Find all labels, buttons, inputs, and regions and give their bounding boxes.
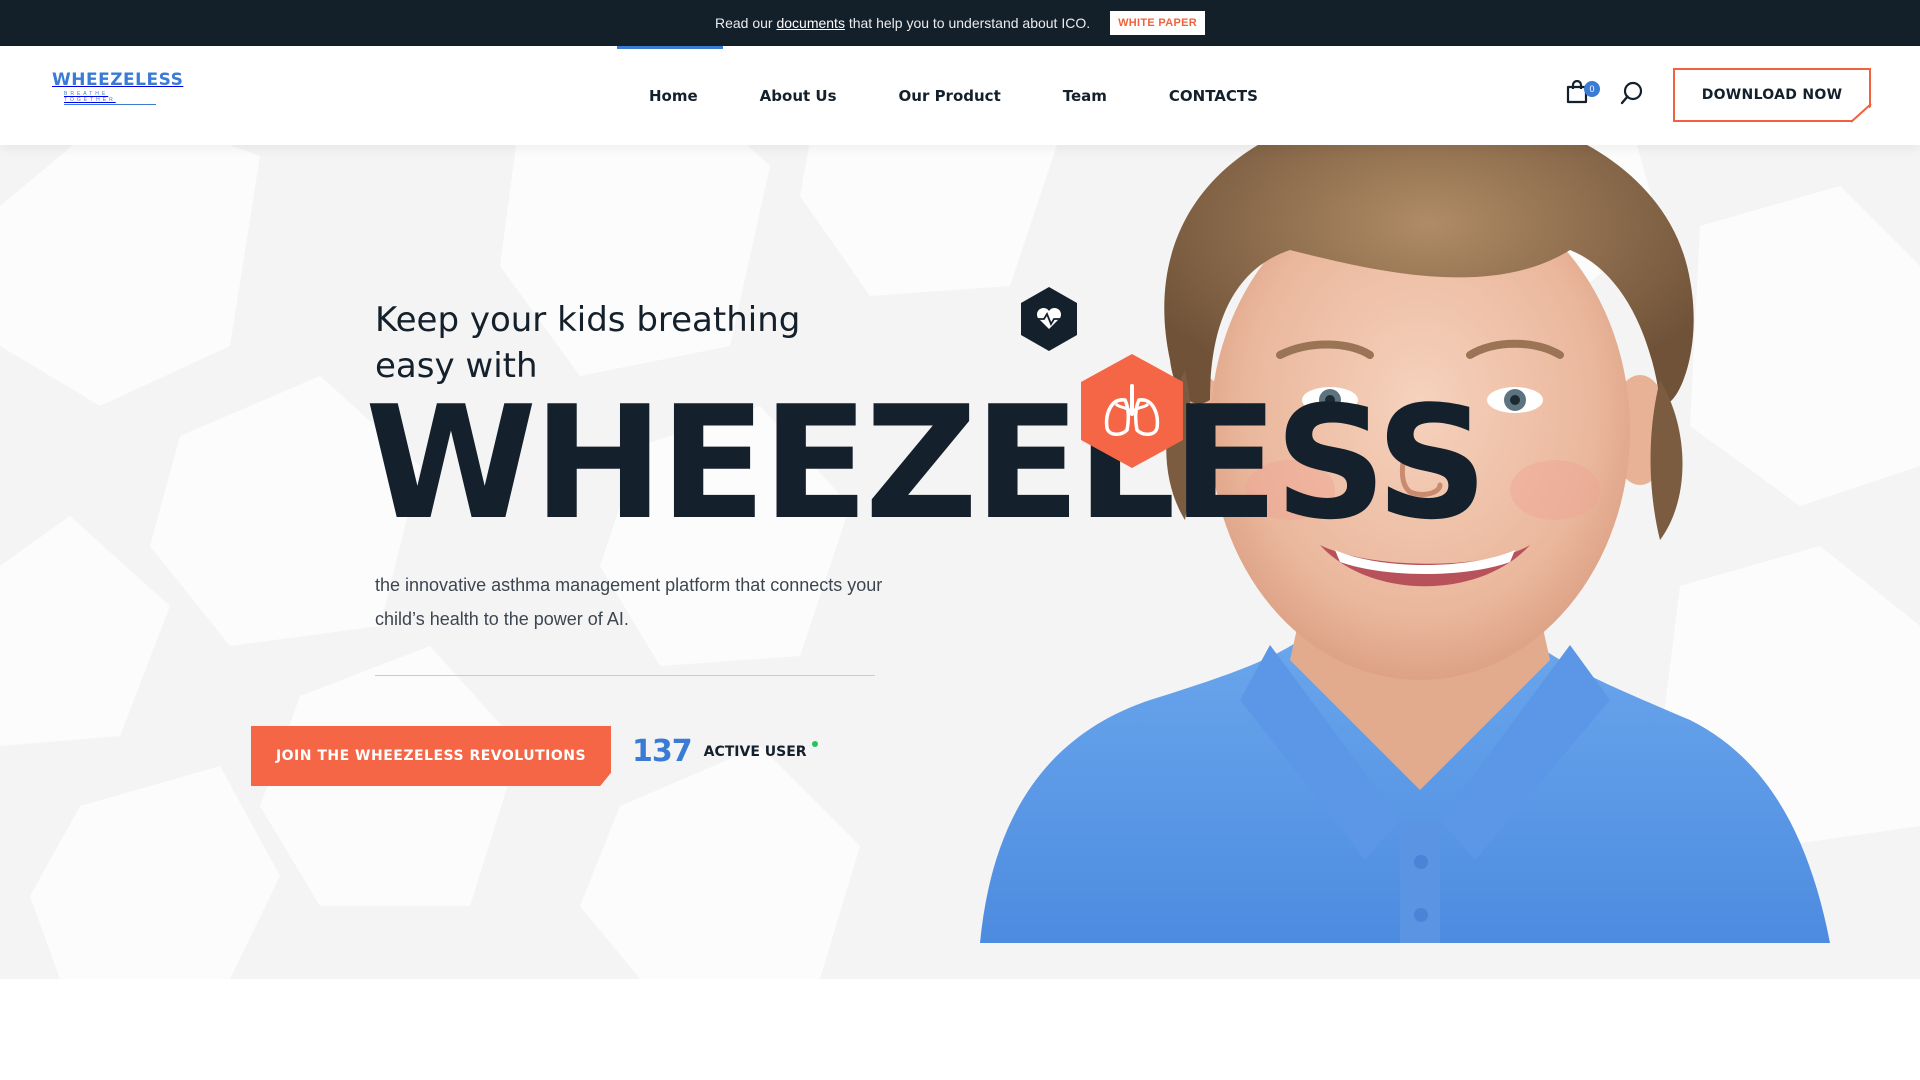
announcement-text: Read our documents that help you to unde… [715, 15, 1090, 31]
active-users-count: 137 [632, 734, 693, 769]
nav-item-about-us[interactable]: About Us [760, 46, 837, 145]
nav-item-contacts[interactable]: CONTACTS [1169, 46, 1258, 145]
search-icon[interactable] [1620, 81, 1644, 105]
white-paper-button[interactable]: WHITE PAPER [1110, 11, 1206, 35]
download-button-corner [1850, 104, 1872, 123]
download-now-button[interactable]: DOWNLOAD NOW [1673, 68, 1871, 122]
logo-tagline: BREATHE TOGETHER [64, 91, 156, 105]
cart-count-badge: 0 [1584, 81, 1600, 97]
hero-divider [375, 675, 875, 676]
nav-item-our-product[interactable]: Our Product [899, 46, 1001, 145]
documents-link[interactable]: documents [776, 15, 844, 31]
announcement-text-after: that help you to understand about ICO. [844, 15, 1091, 31]
site-logo[interactable]: WHEEZELESS BREATHE TOGETHER [52, 70, 184, 105]
online-status-dot [811, 740, 818, 747]
heart-pulse-icon [1021, 287, 1077, 351]
announcement-bar: Read our documents that help you to unde… [0, 0, 1920, 46]
nav-item-team[interactable]: Team [1063, 46, 1107, 145]
main-nav: Home About Us Our Product Team CONTACTS [617, 46, 1258, 145]
join-revolution-button[interactable]: JOIN THE WHEEZELESS REVOLUTIONS [251, 726, 611, 786]
nav-item-home[interactable]: Home [617, 46, 723, 145]
active-users-label: ACTIVE USER [703, 743, 807, 760]
announcement-text-before: Read our [714, 15, 777, 31]
active-users: 137 ACTIVE USER [632, 734, 818, 769]
hero-kicker: Keep your kids breathing easy with [375, 300, 801, 386]
hero-brand-title: WHEEZELESS [365, 372, 1488, 554]
logo-wordmark: WHEEZELESS [52, 70, 184, 90]
hero-description: the innovative asthma management platfor… [375, 575, 883, 629]
lungs-icon [1081, 354, 1183, 468]
